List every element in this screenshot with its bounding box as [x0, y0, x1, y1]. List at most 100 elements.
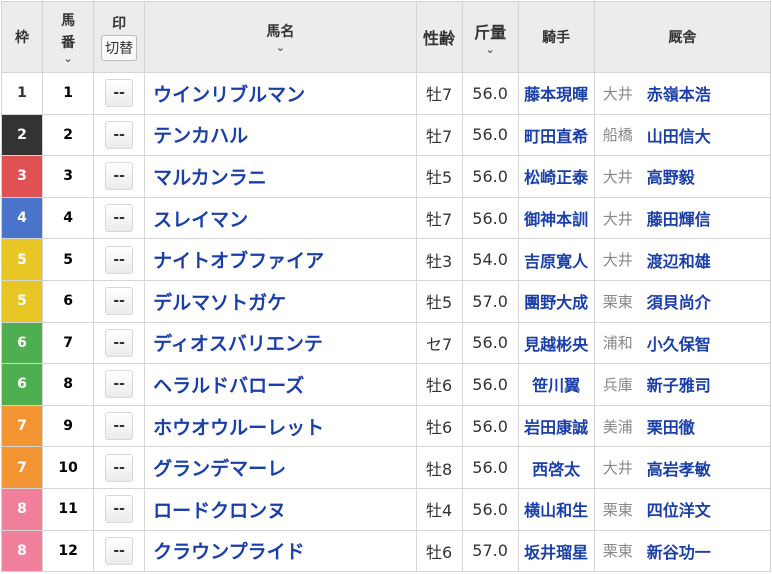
mark-button[interactable]: --: [105, 204, 134, 233]
umaban-cell: 9: [42, 404, 95, 448]
horse-name-cell: ナイトオブファイア: [144, 238, 417, 281]
jockey-cell: 松崎正泰: [517, 155, 595, 198]
mark-button[interactable]: --: [105, 120, 134, 149]
horse-name-link[interactable]: テンカハル: [153, 125, 248, 147]
trainer-link[interactable]: 小久保智: [647, 331, 711, 355]
chevron-down-icon[interactable]: ⌄: [276, 42, 285, 53]
mark-button[interactable]: --: [105, 412, 134, 441]
mark-button[interactable]: --: [105, 79, 134, 108]
stable-region: 大井: [602, 167, 633, 186]
umaban-cell: 3: [42, 155, 95, 198]
horse-name-cell: ヘラルドバローズ: [144, 363, 417, 406]
waku-number: 8: [17, 542, 27, 559]
jockey-link[interactable]: 横山和生: [524, 501, 588, 520]
trainer-link[interactable]: 新子雅司: [647, 372, 711, 396]
trainer-link[interactable]: 藤田輝信: [647, 206, 711, 230]
weight-header-stack: 斤量 ⌄: [463, 19, 518, 55]
jockey-link[interactable]: 岩田康誠: [524, 418, 588, 437]
mark-cell: --: [93, 72, 146, 115]
trainer-link[interactable]: 新谷功一: [647, 539, 711, 563]
mark-cell: --: [93, 155, 146, 198]
header-row: 枠 馬 番 ⌄ 印 切替 馬名 ⌄ 性齢 斤量 ⌄ 騎手 厩舎: [0, 1, 772, 73]
jockey-link[interactable]: 見越彬央: [524, 335, 588, 354]
horse-name-link[interactable]: ナイトオブファイア: [153, 250, 324, 272]
jockey-link[interactable]: 西啓太: [532, 460, 580, 479]
stable-header-label: 厩舎: [668, 30, 697, 46]
weight-value: 56.0: [472, 416, 508, 436]
mark-button[interactable]: --: [105, 245, 134, 274]
horse-name-link[interactable]: ディオスバリエンテ: [153, 333, 323, 355]
jockey-cell: 見越彬央: [517, 321, 595, 365]
jockey-link[interactable]: 吉原寛人: [524, 252, 588, 271]
mark-button[interactable]: --: [105, 287, 134, 316]
stable-region: 船橋: [602, 126, 633, 145]
chevron-down-icon[interactable]: ⌄: [485, 44, 494, 55]
chevron-down-icon[interactable]: ⌄: [63, 53, 72, 64]
waku-number: 5: [17, 293, 27, 310]
stable-region: 栗東: [602, 292, 633, 311]
stable-cell: 浦和 小久保智: [593, 321, 772, 365]
weight-value: 57.0: [472, 541, 508, 561]
horse-name-header-stack: 馬名 ⌄: [145, 21, 415, 53]
stable-cell: 大井 渡辺和雄: [593, 238, 772, 281]
trainer-link[interactable]: 栗田徹: [647, 414, 695, 438]
horse-name-link[interactable]: クラウンプライド: [153, 541, 304, 563]
weight-cell: 57.0: [461, 529, 519, 573]
jockey-link[interactable]: 御神本訓: [524, 210, 588, 229]
jockey-link[interactable]: 笹川翼: [532, 376, 580, 395]
trainer-link[interactable]: 赤嶺本浩: [647, 81, 711, 105]
weight-header-label: 斤量: [474, 23, 507, 42]
header-horse-name[interactable]: 馬名 ⌄: [144, 1, 417, 73]
horse-name-link[interactable]: デルマソトガケ: [153, 292, 286, 314]
weight-cell: 56.0: [461, 196, 519, 240]
horse-name-link[interactable]: ウインリブルマン: [153, 84, 305, 106]
mark-toggle-button[interactable]: 切替: [101, 35, 138, 61]
jockey-link[interactable]: 坂井瑠星: [524, 543, 588, 562]
weight-cell: 56.0: [461, 321, 519, 365]
table-row: 1 1 -- ウインリブルマン 牡7 56.0 藤本現暉 大井 赤嶺本浩: [0, 72, 772, 115]
stable-wrap: 美浦 栗田徹: [595, 414, 770, 438]
jockey-link[interactable]: 藤本現暉: [524, 85, 588, 104]
trainer-link[interactable]: 高岩孝敏: [647, 456, 711, 480]
mark-cell: --: [93, 279, 146, 323]
mark-button[interactable]: --: [105, 495, 134, 524]
mark-button[interactable]: --: [105, 370, 134, 399]
mark-cell: --: [93, 446, 146, 489]
table-row: 8 11 -- ロードクロンヌ 牡4 56.0 横山和生 栗東 四位洋文: [0, 487, 772, 531]
horse-name-link[interactable]: ヘラルドバローズ: [153, 375, 304, 397]
mark-button[interactable]: --: [105, 536, 134, 565]
header-sex-age: 性齢: [415, 1, 463, 73]
jockey-link[interactable]: 松崎正泰: [524, 168, 588, 187]
jockey-cell: 横山和生: [517, 487, 595, 531]
mark-cell: --: [93, 238, 146, 281]
header-weight[interactable]: 斤量 ⌄: [461, 1, 519, 73]
horse-name-cell: デルマソトガケ: [144, 279, 417, 323]
trainer-link[interactable]: 須貝尚介: [647, 289, 711, 313]
trainer-link[interactable]: 四位洋文: [647, 497, 711, 521]
trainer-link[interactable]: 高野毅: [647, 164, 695, 188]
mark-button[interactable]: --: [105, 162, 134, 191]
jockey-link[interactable]: 町田直希: [524, 127, 588, 146]
mark-button[interactable]: --: [105, 328, 134, 357]
sex-age-cell: 牡6: [415, 404, 463, 448]
header-umaban[interactable]: 馬 番 ⌄: [42, 1, 95, 73]
waku-number: 7: [17, 418, 27, 435]
header-stable: 厩舎: [593, 1, 772, 73]
horse-name-link[interactable]: ホウオウルーレット: [153, 417, 324, 439]
mark-button[interactable]: --: [105, 453, 134, 482]
horse-name-link[interactable]: スレイマン: [153, 209, 248, 231]
stable-cell: 栗東 須貝尚介: [593, 279, 772, 323]
horse-name-link[interactable]: マルカンラニ: [153, 167, 266, 189]
stable-region: 大井: [602, 209, 633, 228]
jockey-cell: 藤本現暉: [517, 72, 595, 115]
horse-name-header-label: 馬名: [266, 24, 295, 40]
jockey-link[interactable]: 團野大成: [524, 293, 588, 312]
horse-name-link[interactable]: グランデマーレ: [153, 458, 286, 480]
weight-value: 54.0: [472, 250, 508, 270]
horse-name-link[interactable]: ロードクロンヌ: [153, 500, 286, 522]
sex-age-value: 牡6: [425, 376, 453, 396]
jockey-header-label: 騎手: [542, 30, 571, 46]
waku-header-label: 枠: [15, 30, 30, 46]
trainer-link[interactable]: 渡辺和雄: [647, 248, 711, 272]
trainer-link[interactable]: 山田信大: [647, 123, 711, 147]
